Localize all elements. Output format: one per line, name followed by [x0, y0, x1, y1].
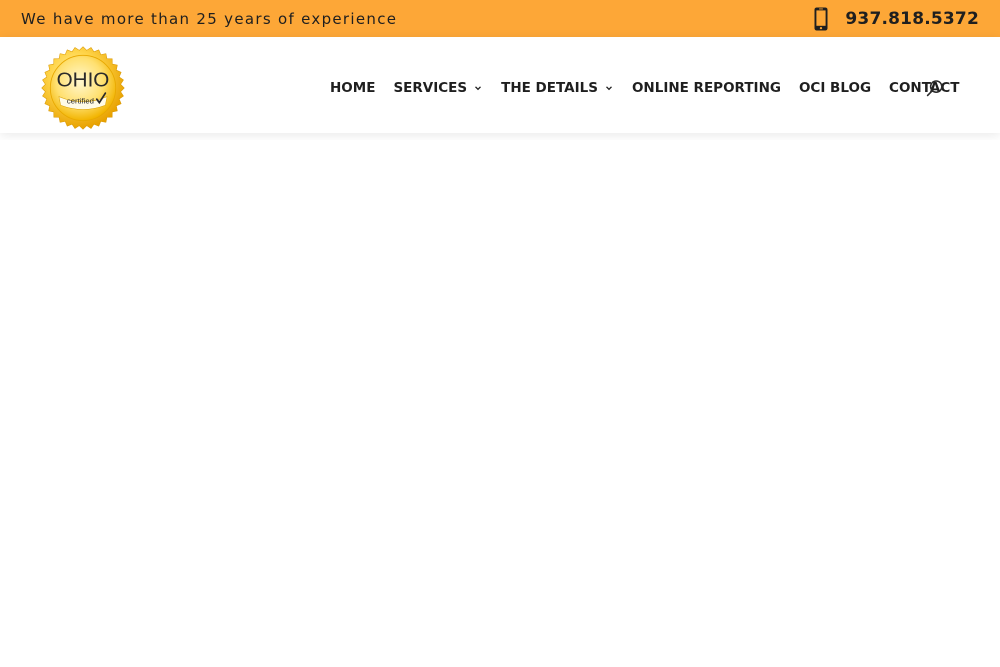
smartphone-icon — [814, 7, 828, 30]
chevron-down-icon — [475, 86, 482, 91]
nav-item-label: ONLINE REPORTING — [631, 80, 781, 96]
main-nav: HOME SERVICES THE DETAILS ONLINE REPORTI… — [330, 77, 959, 99]
nav-item-online-reporting[interactable]: ONLINE REPORTING — [632, 80, 781, 96]
page-content — [0, 140, 1000, 667]
top-bar: We have more than 25 years of experience… — [0, 0, 1000, 37]
phone-number[interactable]: 937.818.5372 — [845, 9, 979, 29]
search-icon[interactable] — [926, 79, 944, 97]
tagline: We have more than 25 years of experience — [21, 9, 398, 28]
chevron-down-icon — [605, 86, 612, 91]
nav-item-services[interactable]: SERVICES — [393, 80, 483, 96]
svg-text:certified: certified — [67, 96, 94, 105]
nav-item-label: SERVICES — [393, 80, 468, 96]
nav-item-label: CONTACT — [889, 80, 960, 96]
nav-item-label: THE DETAILS — [501, 80, 598, 96]
nav-item-contact[interactable]: CONTACT — [889, 80, 959, 96]
nav-item-label: HOME — [330, 80, 376, 96]
site-header: OHIO certified HOME SERVICES THE DETAILS… — [0, 37, 1000, 133]
ohio-certified-logo[interactable]: OHIO certified — [40, 45, 126, 131]
nav-item-the-details[interactable]: THE DETAILS — [501, 80, 614, 96]
svg-text:OHIO: OHIO — [57, 68, 110, 91]
nav-item-home[interactable]: HOME — [330, 80, 375, 96]
nav-item-label: OCI BLOG — [798, 80, 872, 96]
phone-contact[interactable]: 937.818.5372 — [814, 7, 979, 31]
nav-item-oci-blog[interactable]: OCI BLOG — [799, 80, 871, 96]
